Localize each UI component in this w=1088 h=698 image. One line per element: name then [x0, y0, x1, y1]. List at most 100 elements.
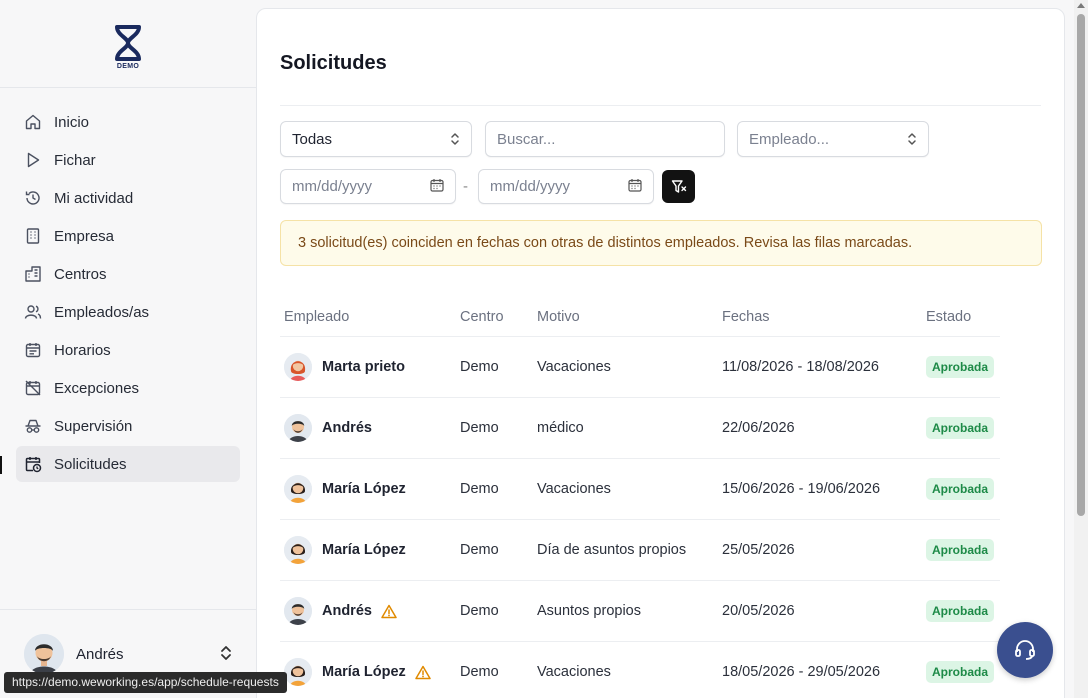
cell-empleado: Andrés — [280, 597, 460, 625]
date-separator: - — [463, 178, 468, 195]
table-row[interactable]: María López Demo Día de asuntos propios 25/… — [280, 520, 1000, 581]
date-from-field[interactable] — [280, 169, 456, 204]
scrollbar[interactable] — [1074, 0, 1088, 698]
table-row[interactable]: Andrés Demo médico 22/06/2026 Aprobada — [280, 398, 1000, 459]
cell-estado: Aprobada — [926, 417, 1000, 439]
filter-x-icon — [671, 179, 686, 193]
calendar-clock-icon — [24, 455, 42, 473]
play-icon — [24, 151, 42, 169]
table-row[interactable]: Andrés Demo Asuntos propios 20/05/2026 Aprob… — [280, 581, 1000, 642]
sidebar-item-excepciones[interactable]: Excepciones — [16, 370, 240, 406]
sidebar-item-horarios[interactable]: Horarios — [16, 332, 240, 368]
logo[interactable]: DEMO — [0, 0, 256, 88]
users-icon — [24, 303, 42, 321]
status-badge: Aprobada — [926, 478, 995, 500]
headset-icon — [1015, 640, 1035, 660]
logo-text: DEMO — [116, 62, 140, 70]
cell-empleado: Andrés — [280, 414, 460, 442]
sidebar-item-label: Empleados/as — [54, 303, 150, 321]
scroll-thumb[interactable] — [1077, 14, 1085, 516]
cell-fechas: 11/08/2026 - 18/08/2026 — [722, 359, 879, 375]
status-badge: Aprobada — [926, 417, 995, 439]
sidebar-item-label: Centros — [54, 265, 107, 283]
sidebar-item-label: Fichar — [54, 151, 96, 169]
status-bar-url: https://demo.weworking.es/app/schedule-r… — [4, 672, 287, 693]
cell-empleado: María López — [280, 536, 460, 564]
avatar — [284, 475, 312, 503]
alert-text: 3 solicitud(es) coinciden en fechas con … — [298, 235, 913, 251]
cell-fechas: 25/05/2026 — [722, 542, 795, 558]
sidebar-item-solicitudes[interactable]: Solicitudes — [0, 446, 240, 482]
active-indicator — [0, 456, 2, 474]
office-icon — [24, 265, 42, 283]
cell-motivo: Vacaciones — [537, 481, 611, 497]
cell-estado: Aprobada — [926, 661, 1000, 683]
sidebar-item-mi-actividad[interactable]: Mi actividad — [16, 180, 240, 216]
date-to-input[interactable] — [490, 178, 628, 195]
employee-select[interactable]: Empleado... — [737, 121, 929, 157]
sidebar-item-label: Excepciones — [54, 379, 140, 397]
warning-icon — [415, 665, 431, 680]
status-select[interactable]: Todas — [280, 121, 472, 157]
cell-fechas: 15/06/2026 - 19/06/2026 — [722, 481, 881, 497]
sidebar-item-fichar[interactable]: Fichar — [16, 142, 240, 178]
cell-empleado: María López — [280, 658, 460, 686]
search-field[interactable] — [485, 121, 725, 157]
status-select-value: Todas — [292, 130, 333, 148]
user-name: Andrés — [76, 645, 124, 663]
warning-icon — [381, 604, 397, 619]
cell-fechas: 18/05/2026 - 29/05/2026 — [722, 664, 881, 680]
avatar — [284, 597, 312, 625]
sidebar-item-label: Inicio — [54, 113, 90, 131]
sidebar: DEMO Inicio Fichar Mi actividad Empresa Cent… — [0, 0, 256, 698]
table-body: Marta prieto Demo Vacaciones 11/08/2026 - 1… — [280, 337, 1000, 698]
status-badge: Aprobada — [926, 600, 995, 622]
search-input[interactable] — [497, 130, 713, 148]
table-row[interactable]: María López Demo Vacaciones 18/05/2026 - 29… — [280, 642, 1000, 698]
cell-fechas: 22/06/2026 — [722, 420, 795, 436]
header-empleado[interactable]: Empleado — [280, 309, 460, 325]
page-title: Solicitudes — [280, 52, 387, 74]
calendar-icon[interactable] — [628, 178, 642, 196]
cell-estado: Aprobada — [926, 600, 1000, 622]
date-to-field[interactable] — [478, 169, 654, 204]
date-from-input[interactable] — [292, 178, 430, 195]
cell-centro: Demo — [460, 542, 499, 558]
home-icon — [24, 113, 42, 131]
header-centro[interactable]: Centro — [460, 309, 537, 325]
status-badge: Aprobada — [926, 539, 995, 561]
header-estado[interactable]: Estado — [926, 309, 1000, 325]
sidebar-item-centros[interactable]: Centros — [16, 256, 240, 292]
header-motivo[interactable]: Motivo — [537, 309, 722, 325]
table-row[interactable]: María López Demo Vacaciones 15/06/2026 - 19… — [280, 459, 1000, 520]
scroll-up-arrow[interactable] — [1077, 3, 1085, 8]
history-icon — [24, 189, 42, 207]
sidebar-item-empleados-as[interactable]: Empleados/as — [16, 294, 240, 330]
sidebar-item-label: Mi actividad — [54, 189, 134, 207]
employee-name: Andrés — [322, 420, 372, 436]
cell-centro: Demo — [460, 481, 499, 497]
sidebar-item-label: Empresa — [54, 227, 115, 245]
avatar — [284, 414, 312, 442]
avatar — [284, 353, 312, 381]
overlap-warning-alert: 3 solicitud(es) coinciden en fechas con … — [280, 220, 1042, 266]
cell-centro: Demo — [460, 359, 499, 375]
chevron-updown-icon — [450, 132, 460, 146]
header-fechas[interactable]: Fechas — [722, 309, 926, 325]
sidebar-item-empresa[interactable]: Empresa — [16, 218, 240, 254]
table-row[interactable]: Marta prieto Demo Vacaciones 11/08/2026 - 1… — [280, 337, 1000, 398]
employee-name: María López — [322, 481, 406, 497]
employee-name: María López — [322, 664, 406, 680]
cell-motivo: Asuntos propios — [537, 603, 641, 619]
cell-centro: Demo — [460, 420, 499, 436]
status-badge: Aprobada — [926, 661, 995, 683]
employee-select-placeholder: Empleado... — [749, 130, 830, 148]
clear-filter-button[interactable] — [662, 170, 695, 203]
sidebar-nav: Inicio Fichar Mi actividad Empresa Centros Em… — [0, 88, 256, 482]
calendar-icon[interactable] — [430, 178, 444, 196]
calendar-off-icon — [24, 379, 42, 397]
sidebar-item-supervision[interactable]: Supervisión — [16, 408, 240, 444]
sidebar-item-inicio[interactable]: Inicio — [16, 104, 240, 140]
support-chat-button[interactable] — [997, 622, 1053, 678]
cell-motivo: Día de asuntos propios — [537, 542, 687, 558]
